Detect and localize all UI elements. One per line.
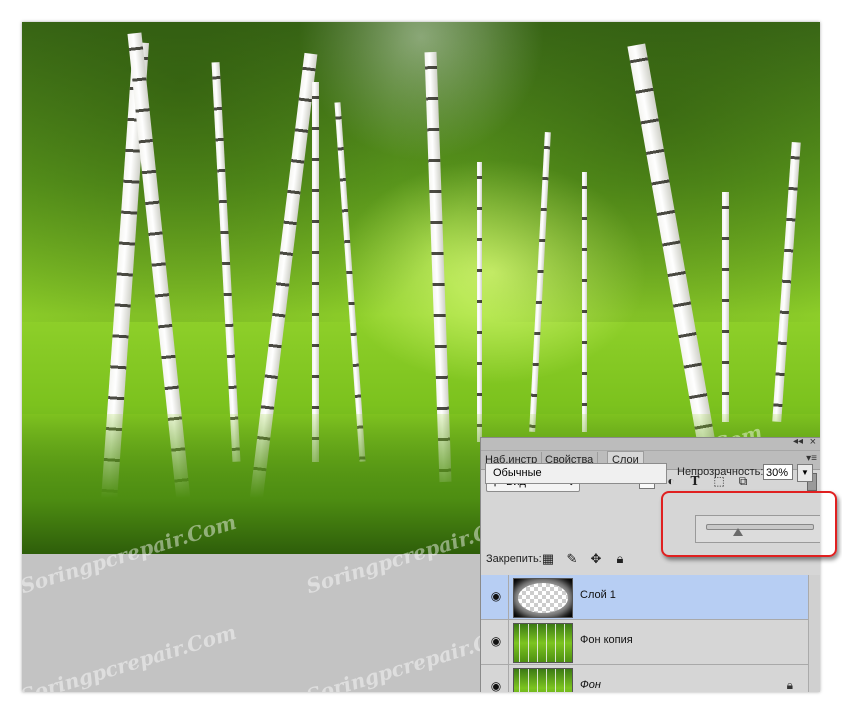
divider: [508, 665, 509, 692]
layer-name[interactable]: Фон: [580, 679, 601, 691]
blend-mode-value: Обычные: [493, 467, 542, 479]
layer-thumbnail: [513, 578, 573, 618]
layer-row[interactable]: ◉ Слой 1: [481, 575, 809, 620]
opacity-label: Непрозрачность:: [677, 466, 764, 478]
layer-thumbnail: [513, 623, 573, 663]
visibility-eye-icon[interactable]: ◉: [489, 679, 503, 692]
opacity-input[interactable]: 30%: [763, 464, 793, 480]
birch-trunk: [312, 82, 319, 462]
lock-all-icon[interactable]: 🔒︎: [611, 550, 629, 568]
layer-name[interactable]: Слой 1: [580, 589, 616, 601]
collapse-arrows-icon[interactable]: ◂◂: [793, 436, 803, 447]
layer-thumbnail: [513, 668, 573, 692]
divider: [508, 575, 509, 619]
layer-lock-icon: 🔒︎: [786, 678, 793, 692]
close-icon[interactable]: ×: [810, 436, 816, 448]
visibility-eye-icon[interactable]: ◉: [489, 634, 503, 648]
layers-panel: ◂◂ × Наб.инстр Свойства Слои ▾≡ ⚲ Вид ⇕ …: [480, 436, 820, 692]
divider: [508, 620, 509, 664]
blend-mode-select[interactable]: Обычные: [485, 463, 667, 484]
opacity-highlight-frame: [661, 491, 837, 557]
photoshop-workspace: Soringpcrepair.Com Soringpcrepair.Com So…: [22, 22, 820, 692]
birch-trunk: [582, 172, 587, 432]
layers-scrollbar[interactable]: [808, 575, 820, 692]
layer-row[interactable]: ◉ Фон 🔒︎: [481, 665, 809, 692]
lock-image-pixels-icon[interactable]: ✎: [563, 550, 581, 568]
opacity-control: Непрозрачность: 30% ▼: [677, 463, 817, 483]
birch-trunk: [722, 192, 729, 422]
visibility-eye-icon[interactable]: ◉: [489, 589, 503, 603]
opacity-dropdown-icon[interactable]: ▼: [797, 464, 813, 482]
watermark: Soringpcrepair.Com: [22, 619, 240, 692]
panel-collapse-bar[interactable]: ◂◂ ×: [481, 436, 820, 451]
layer-name[interactable]: Фон копия: [580, 634, 633, 646]
lock-transparent-pixels-icon[interactable]: ▦: [539, 550, 557, 568]
transparency-checker: [518, 583, 568, 613]
layer-row[interactable]: ◉ Фон копия: [481, 620, 809, 665]
lock-position-icon[interactable]: ✥: [587, 550, 605, 568]
lock-label: Закрепить:: [486, 553, 542, 565]
birch-trunk: [477, 162, 482, 442]
